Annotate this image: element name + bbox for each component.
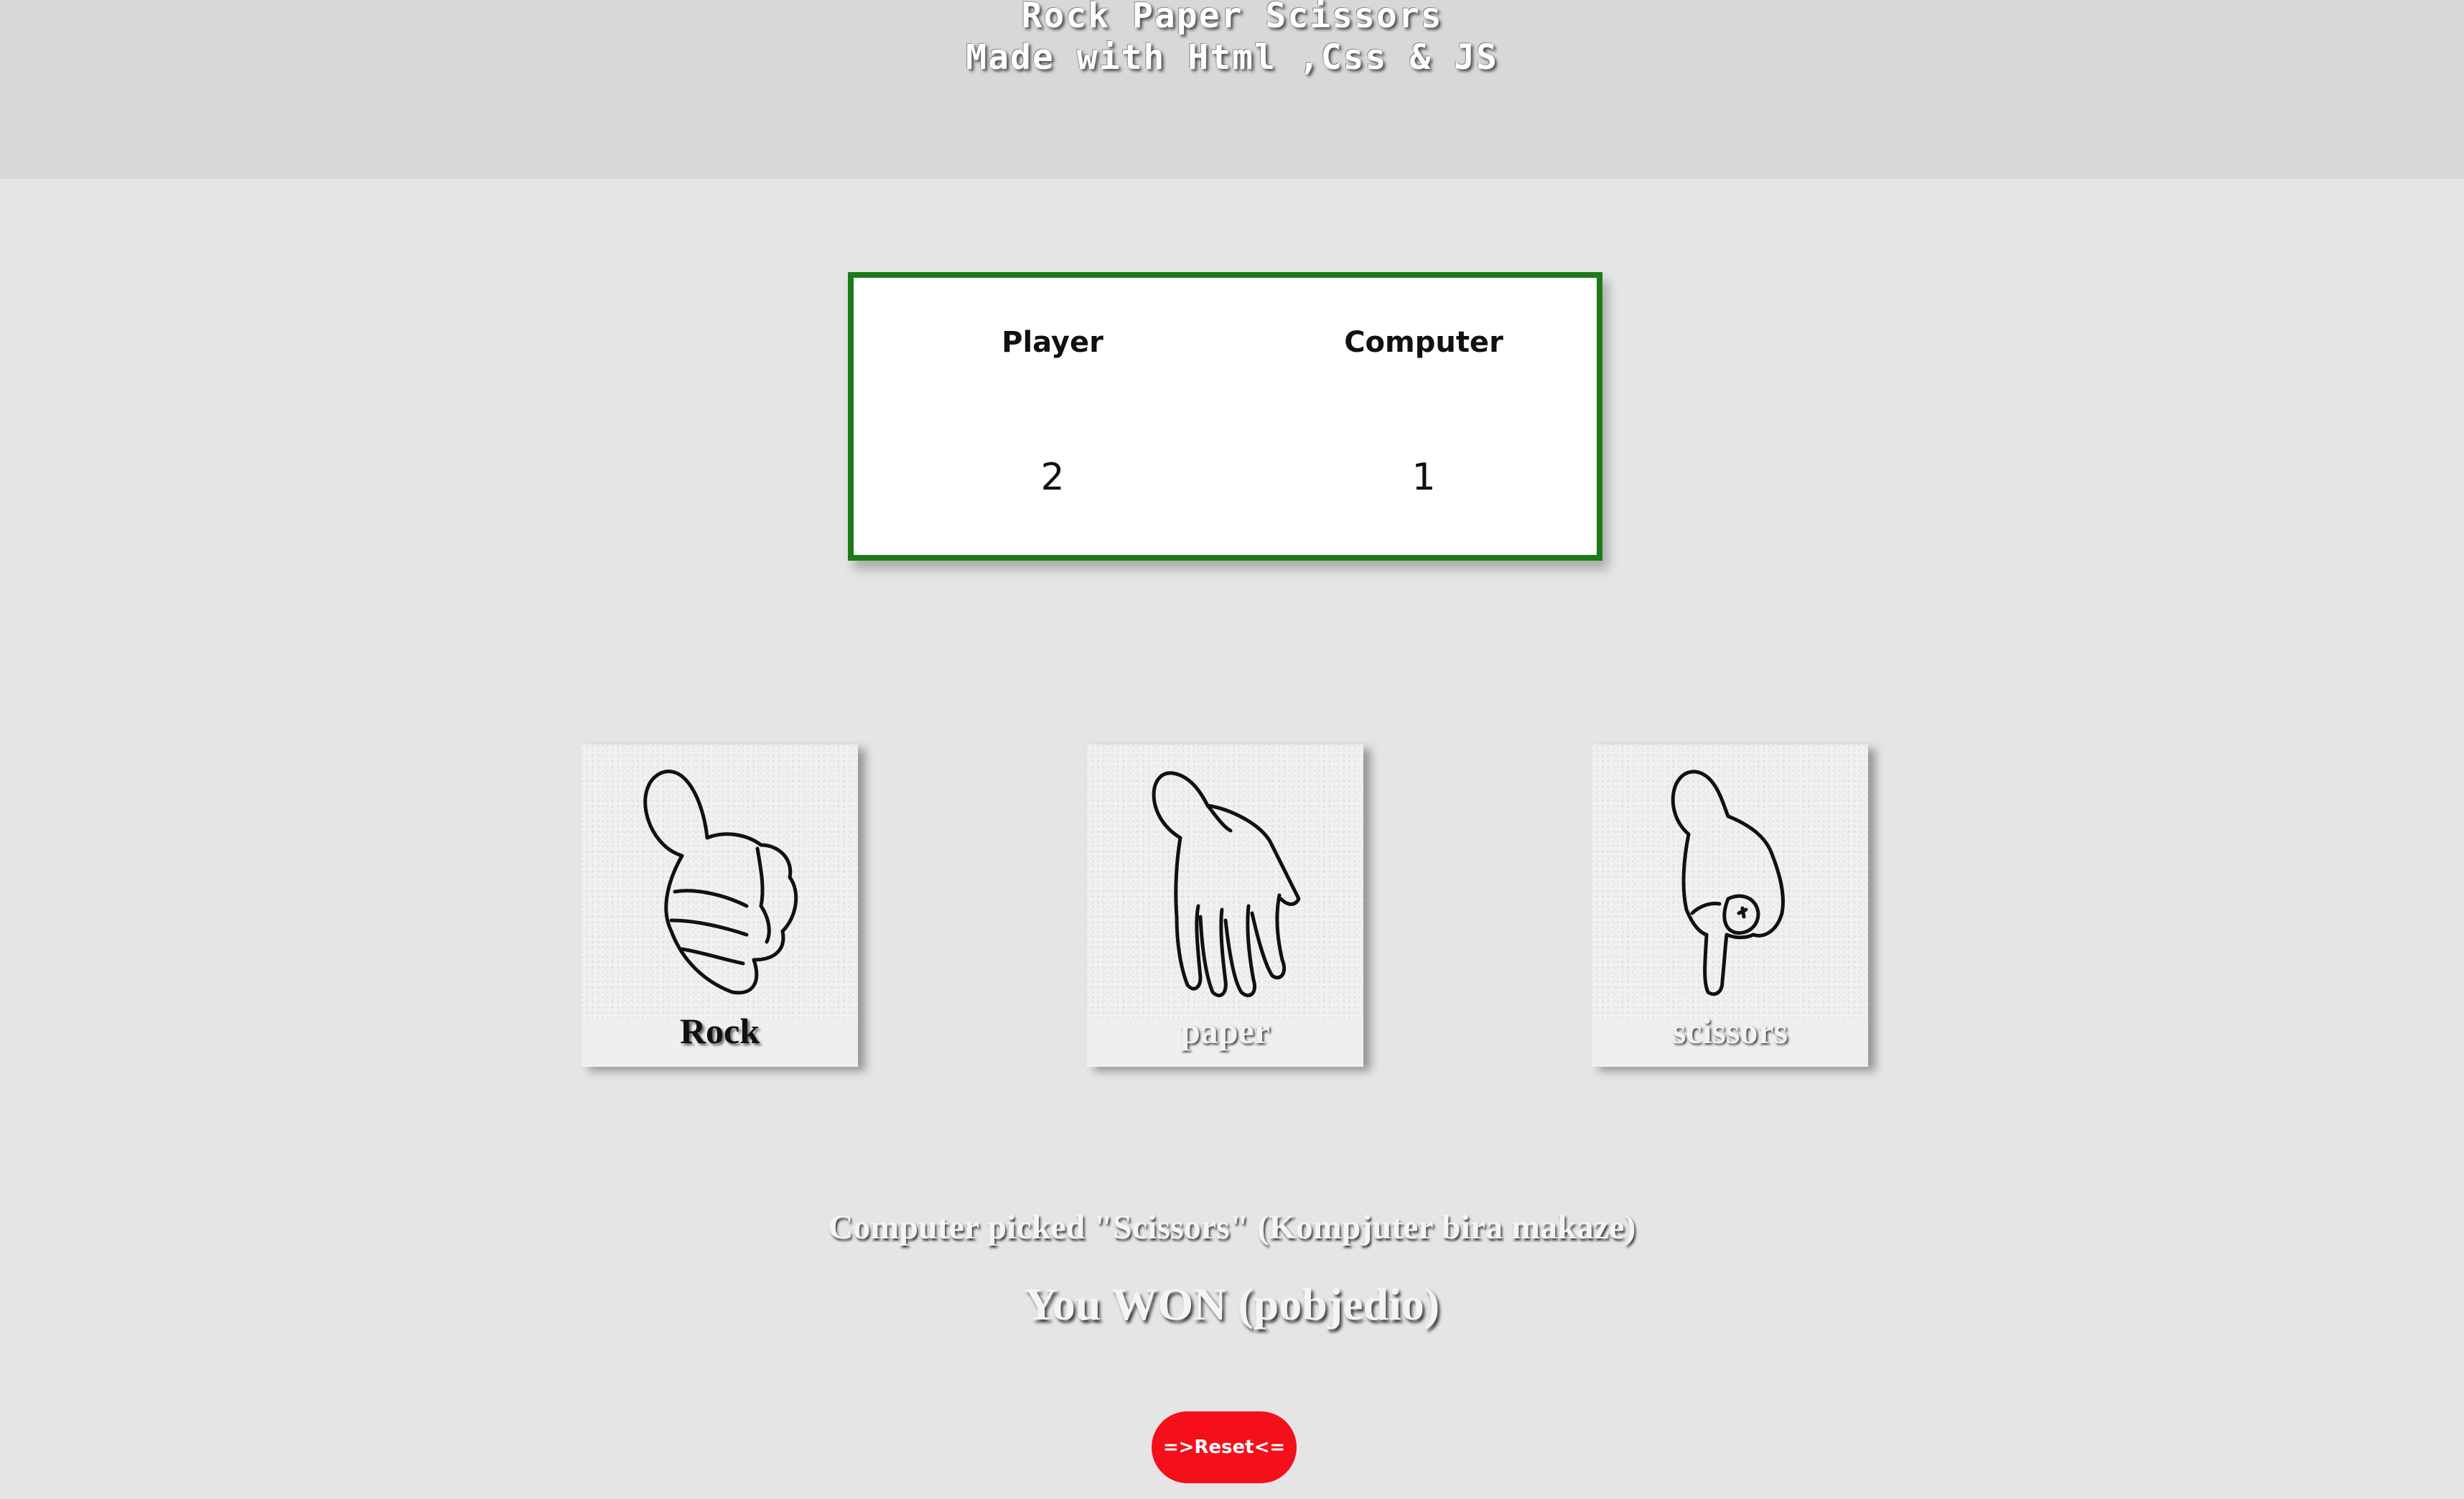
scissors-image	[1592, 744, 1868, 1019]
fist-hand-icon	[643, 770, 798, 995]
page-header: Rock Paper Scissors Made with Html ,Css …	[0, 0, 2464, 179]
rock-label: Rock	[679, 1011, 760, 1051]
page-title: Rock Paper Scissors	[1021, 0, 1443, 36]
page-subtitle: Made with Html ,Css & JS	[966, 37, 1498, 78]
computer-label: Computer	[1344, 326, 1503, 359]
player-label: Player	[1002, 326, 1103, 359]
computer-score: 1	[1411, 456, 1436, 499]
rock-image	[582, 744, 858, 1019]
player-score: 2	[1040, 456, 1065, 499]
paper-label: paper	[1180, 1011, 1270, 1051]
computer-pick-message: Computer picked "Scissors" (Kompjuter bi…	[828, 1208, 1636, 1246]
rock-choice-button[interactable]: Rock	[582, 744, 858, 1067]
scissors-choice-button[interactable]: scissors	[1592, 744, 1868, 1067]
two-finger-hand-icon	[1671, 770, 1786, 996]
paper-choice-button[interactable]: paper	[1087, 744, 1363, 1067]
game-result-message: You WON (pobjedio)	[1024, 1279, 1440, 1330]
scoreboard: Player Computer 2 1	[848, 272, 1602, 561]
open-hand-icon	[1152, 771, 1301, 997]
scissors-label: scissors	[1671, 1011, 1788, 1051]
paper-image	[1087, 744, 1363, 1019]
reset-button[interactable]: =>Reset<=	[1152, 1411, 1297, 1483]
